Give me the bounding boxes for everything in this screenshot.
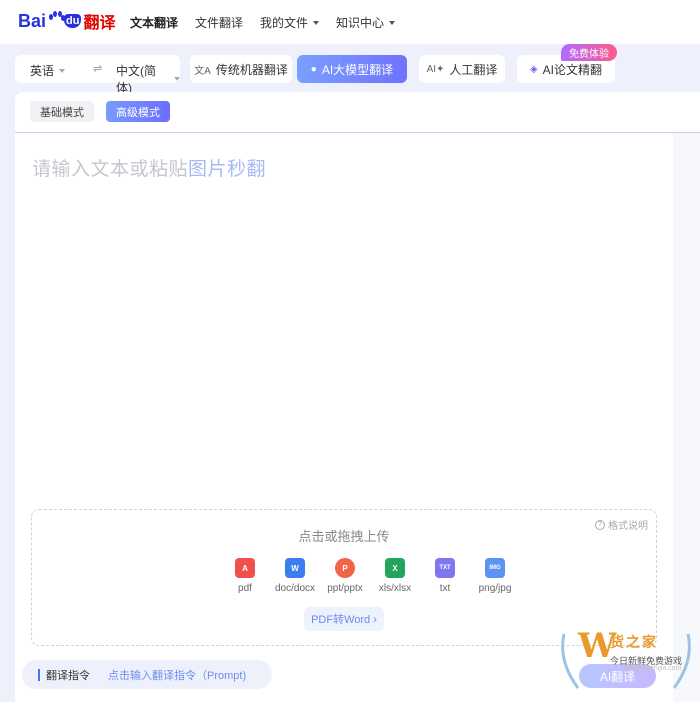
pdf-icon: A <box>235 558 255 578</box>
file-type-ppt: P ppt/pptx <box>320 558 370 594</box>
nav-label: 知识中心 <box>336 16 385 30</box>
placeholder-text: 请输入文本或粘贴 <box>32 159 189 180</box>
prompt-input-bar[interactable]: 翻译指令 点击输入翻译指令（Prompt) <box>22 660 272 689</box>
ai-llm-translate-button[interactable]: ● AI大模型翻译 <box>297 55 407 83</box>
file-type-label: txt <box>439 583 451 594</box>
file-type-label: doc/docx <box>274 583 316 594</box>
upload-title: 点击或拖拽上传 <box>298 529 390 544</box>
prompt-accent-bar <box>38 668 40 681</box>
file-type-label: ppt/pptx <box>327 583 363 594</box>
prompt-placeholder: 点击输入翻译指令（Prompt) <box>108 669 247 682</box>
file-type-label: pdf <box>238 583 252 594</box>
word-icon: W <box>285 558 305 578</box>
chevron-down-icon <box>59 68 66 73</box>
chevron-down-icon <box>389 20 396 25</box>
file-type-doc: W doc/docx <box>270 558 320 594</box>
human-translate-button[interactable]: AI✦ 人工翻译 <box>419 55 505 83</box>
ai-spark-icon: AI✦ <box>426 63 445 75</box>
top-header: Bai du 翻译 文本翻译 文件翻译 我的文件 知识中心 <box>0 0 700 44</box>
baidu-fanyi-logo[interactable]: Bai du 翻译 <box>18 6 115 36</box>
nav-file-translate[interactable]: 文件翻译 <box>195 14 243 31</box>
target-language-select[interactable]: 中文(简体) <box>116 62 180 96</box>
file-type-list: A pdf W doc/docx P ppt/pptx X xls/xlsx T… <box>220 558 520 594</box>
divider <box>15 132 700 133</box>
nav-my-files[interactable]: 我的文件 <box>260 14 320 31</box>
image-icon: IMG <box>485 558 505 578</box>
pdf-to-word-button[interactable]: PDF转Word › <box>304 607 384 631</box>
file-upload-dropzone[interactable]: ? 格式说明 点击或拖拽上传 A pdf W doc/docx P ppt/pp… <box>31 509 657 646</box>
file-type-label: xls/xlsx <box>378 583 412 594</box>
output-pane <box>673 133 700 702</box>
swap-languages-icon[interactable]: ⇌ <box>93 62 102 75</box>
logo-bai: Bai <box>18 10 47 31</box>
powerpoint-icon: P <box>335 558 355 578</box>
translate-icon: 文A <box>194 65 211 77</box>
prompt-label: 翻译指令 <box>46 669 90 682</box>
ai-sphere-icon: ● <box>310 63 317 75</box>
free-trial-badge: 免费体验 <box>561 44 617 61</box>
file-type-txt: TXT txt <box>420 558 470 594</box>
tab-basic-mode[interactable]: 基础模式 <box>30 101 94 122</box>
chevron-down-icon <box>313 20 320 25</box>
paw-icon <box>47 11 66 31</box>
excel-icon: X <box>385 558 405 578</box>
mode-label: AI论文精翻 <box>542 62 603 77</box>
file-type-label: png/jpg <box>478 583 512 594</box>
source-language-select[interactable]: 英语 <box>30 62 66 79</box>
layers-icon: ◈ <box>529 63 538 75</box>
mode-subtabs: 基础模式 高级模式 <box>30 101 170 122</box>
source-language-label: 英语 <box>30 64 55 78</box>
ai-translate-button[interactable]: AI翻译 <box>579 664 656 688</box>
translate-panel: 基础模式 高级模式 请输入文本或粘贴图片秒翻 ? 格式说明 点击或拖拽上传 A … <box>15 92 700 702</box>
mode-label: AI大模型翻译 <box>321 62 394 77</box>
file-type-pdf: A pdf <box>220 558 270 594</box>
file-type-image: IMG png/jpg <box>470 558 520 594</box>
nav-label: 文本翻译 <box>130 16 179 30</box>
nav-label: 文件翻译 <box>195 16 244 30</box>
txt-icon: TXT <box>435 558 455 578</box>
logo-du: du <box>64 14 82 28</box>
traditional-mt-button[interactable]: 文A 传统机器翻译 <box>190 55 292 83</box>
tab-advanced-mode[interactable]: 高级模式 <box>106 101 170 122</box>
nav-knowledge-center[interactable]: 知识中心 <box>336 14 396 31</box>
source-text-input[interactable]: 请输入文本或粘贴图片秒翻 <box>32 154 266 181</box>
main-nav: 文本翻译 文件翻译 我的文件 知识中心 <box>130 14 412 31</box>
file-type-xls: X xls/xlsx <box>370 558 420 594</box>
mode-label: 人工翻译 <box>449 62 498 77</box>
target-language-label: 中文(简体) <box>116 64 156 95</box>
chevron-down-icon <box>174 77 180 81</box>
nav-text-translate[interactable]: 文本翻译 <box>130 14 178 31</box>
nav-label: 我的文件 <box>260 16 309 30</box>
language-selector: 英语 ⇌ 中文(简体) <box>15 55 180 95</box>
mode-label: 传统机器翻译 <box>215 62 288 77</box>
logo-fanyi: 翻译 <box>83 15 116 32</box>
image-translate-link[interactable]: 图片秒翻 <box>188 159 266 180</box>
